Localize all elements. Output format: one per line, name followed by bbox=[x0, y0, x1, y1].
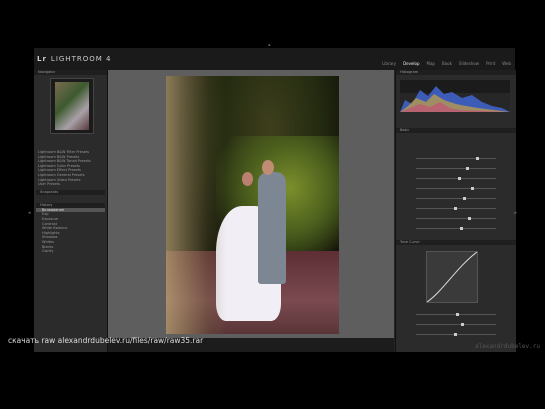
tone-curve-header[interactable]: Tone Curve bbox=[396, 240, 516, 245]
slider[interactable] bbox=[416, 187, 496, 190]
slider[interactable] bbox=[416, 197, 496, 200]
tone-curve-graph[interactable] bbox=[426, 251, 478, 303]
module-picker: Library Develop Map Book Slideshow Print… bbox=[382, 61, 511, 66]
slider[interactable] bbox=[416, 217, 496, 220]
slider[interactable] bbox=[416, 207, 496, 210]
slider[interactable] bbox=[416, 177, 496, 180]
watermark: alexandrdubelev.ru bbox=[474, 343, 540, 350]
wedding-photo[interactable] bbox=[166, 76, 339, 334]
lightroom-window: Lr LIGHTROOM 4 Library Develop Map Book S… bbox=[34, 48, 516, 352]
histogram-header[interactable]: Histogram bbox=[396, 70, 516, 75]
right-panel-toggle-icon[interactable]: ▸ bbox=[514, 210, 517, 216]
history-item[interactable]: Clarity bbox=[36, 249, 105, 254]
navigator-header[interactable]: Navigator bbox=[34, 70, 107, 75]
slider[interactable] bbox=[416, 313, 496, 316]
module-library[interactable]: Library bbox=[382, 61, 396, 66]
right-panel: Histogram Basic Tone Curve bbox=[395, 70, 516, 352]
module-slideshow[interactable]: Slideshow bbox=[459, 61, 479, 66]
left-panel: Navigator Lightroom B&W Filter Presets L… bbox=[34, 70, 108, 352]
module-print[interactable]: Print bbox=[486, 61, 495, 66]
slider[interactable] bbox=[416, 227, 496, 230]
module-web[interactable]: Web bbox=[502, 61, 511, 66]
module-map[interactable]: Map bbox=[427, 61, 435, 66]
module-develop[interactable]: Develop bbox=[403, 61, 419, 66]
groom-figure bbox=[258, 172, 286, 284]
slider[interactable] bbox=[416, 167, 496, 170]
module-book[interactable]: Book bbox=[442, 61, 452, 66]
slider[interactable] bbox=[416, 333, 496, 336]
list-item[interactable]: User Presets bbox=[36, 182, 105, 187]
navigator-thumbnail[interactable] bbox=[50, 78, 94, 134]
app-logo: Lr LIGHTROOM 4 bbox=[37, 55, 112, 63]
basic-header[interactable]: Basic bbox=[396, 128, 516, 133]
histogram bbox=[400, 80, 510, 112]
top-bar: Lr LIGHTROOM 4 Library Develop Map Book S… bbox=[34, 48, 515, 70]
presets-list: Lightroom B&W Filter Presets Lightroom B… bbox=[36, 150, 105, 254]
slider[interactable] bbox=[416, 157, 496, 160]
snapshots-header[interactable]: Snapshots bbox=[36, 189, 105, 195]
photo-canvas[interactable] bbox=[108, 70, 394, 338]
slider[interactable] bbox=[416, 323, 496, 326]
download-caption: скачать raw alexandrdubelev.ru/files/raw… bbox=[8, 336, 204, 345]
top-panel-toggle-icon[interactable]: ▴ bbox=[268, 42, 271, 48]
left-panel-toggle-icon[interactable]: ◂ bbox=[28, 210, 31, 216]
app-title: LIGHTROOM 4 bbox=[50, 55, 112, 63]
